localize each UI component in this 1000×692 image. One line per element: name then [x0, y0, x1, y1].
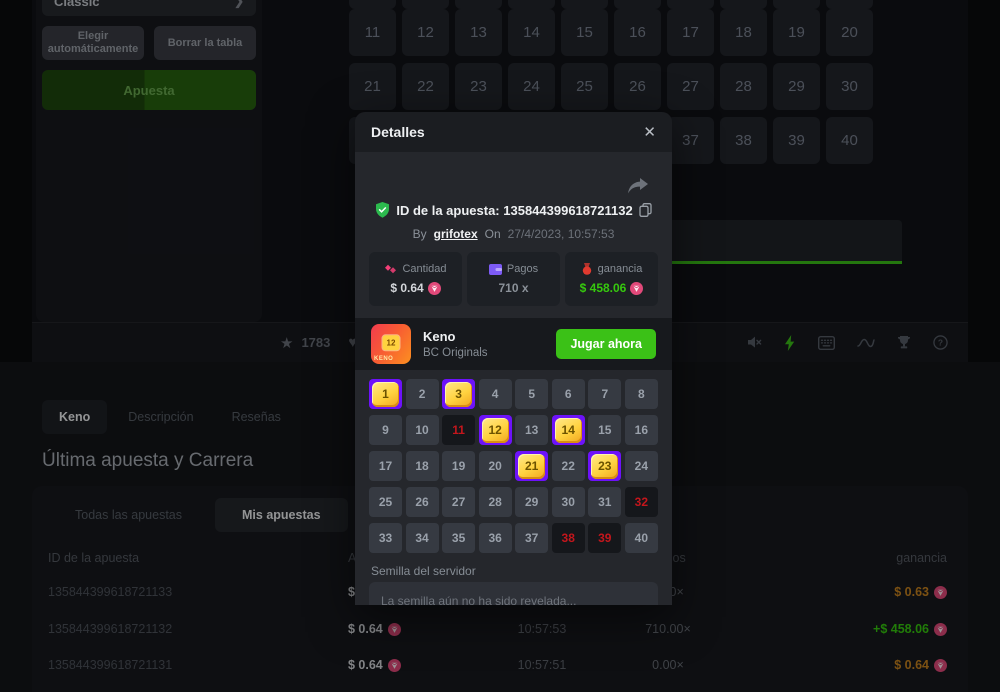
bet-id-row: ID de la apuesta: 135844399618721132: [355, 202, 672, 218]
keno-cell-39[interactable]: 39: [588, 523, 621, 553]
server-seed-label: Semilla del servidor: [371, 564, 476, 578]
stat-pagos: Pagos710 x: [467, 252, 560, 306]
keno-cell-21[interactable]: 21: [515, 451, 548, 481]
stat-cantidad: Cantidad$ 0.64: [369, 252, 462, 306]
bet-id-text: ID de la apuesta: 135844399618721132: [396, 203, 632, 218]
modal-header: Detalles ✕: [355, 112, 672, 152]
keno-cell-13[interactable]: 13: [515, 415, 548, 445]
keno-cell-37[interactable]: 37: [515, 523, 548, 553]
bet-datetime: 27/4/2023, 10:57:53: [508, 227, 615, 241]
keno-cell-38[interactable]: 38: [552, 523, 585, 553]
copy-icon[interactable]: [639, 203, 652, 217]
keno-cell-31[interactable]: 31: [588, 487, 621, 517]
keno-cell-40[interactable]: 40: [625, 523, 658, 553]
by-label: By: [413, 227, 427, 241]
keno-cell-28[interactable]: 28: [479, 487, 512, 517]
keno-cell-25[interactable]: 25: [369, 487, 402, 517]
keno-cell-35[interactable]: 35: [442, 523, 475, 553]
keno-cell-5[interactable]: 5: [515, 379, 548, 409]
keno-cell-1[interactable]: 1: [369, 379, 402, 409]
keno-cell-2[interactable]: 2: [406, 379, 439, 409]
share-icon[interactable]: [628, 178, 648, 199]
keno-cell-18[interactable]: 18: [406, 451, 439, 481]
keno-cell-15[interactable]: 15: [588, 415, 621, 445]
game-info: Keno BC Originals: [423, 329, 488, 359]
details-modal: Detalles ✕ ID de la apuesta: 13584439961…: [355, 112, 672, 605]
keno-cell-12[interactable]: 12: [479, 415, 512, 445]
keno-cell-30[interactable]: 30: [552, 487, 585, 517]
keno-results-grid: 1234567891011121314151617181920212223242…: [369, 379, 658, 553]
keno-cell-16[interactable]: 16: [625, 415, 658, 445]
keno-cell-20[interactable]: 20: [479, 451, 512, 481]
keno-cell-24[interactable]: 24: [625, 451, 658, 481]
username-link[interactable]: grifotex: [434, 227, 478, 241]
modal-title: Detalles: [371, 124, 425, 140]
keno-cell-26[interactable]: 26: [406, 487, 439, 517]
keno-cell-32[interactable]: 32: [625, 487, 658, 517]
server-seed-input[interactable]: La semilla aún no ha sido revelada...: [369, 582, 658, 605]
stat-ganancia: ganancia$ 458.06: [565, 252, 658, 306]
keno-cell-36[interactable]: 36: [479, 523, 512, 553]
keno-cell-14[interactable]: 14: [552, 415, 585, 445]
game-strip: 12 KENO Keno BC Originals Jugar ahora: [355, 318, 672, 370]
keno-game-icon: 12 KENO: [371, 324, 411, 364]
game-provider: BC Originals: [423, 347, 488, 359]
verified-shield-icon: [375, 202, 390, 218]
bet-meta-row: By grifotex On 27/4/2023, 10:57:53: [355, 227, 672, 241]
play-now-button[interactable]: Jugar ahora: [556, 329, 656, 359]
keno-icon-number: 12: [383, 335, 400, 350]
keno-game-page: Classic ❯ Elegir automáticamente Borrar …: [0, 0, 1000, 692]
keno-cell-29[interactable]: 29: [515, 487, 548, 517]
keno-cell-11[interactable]: 11: [442, 415, 475, 445]
on-label: On: [485, 227, 501, 241]
keno-cell-17[interactable]: 17: [369, 451, 402, 481]
keno-cell-27[interactable]: 27: [442, 487, 475, 517]
keno-cell-19[interactable]: 19: [442, 451, 475, 481]
keno-cell-23[interactable]: 23: [588, 451, 621, 481]
close-icon[interactable]: ✕: [643, 123, 656, 141]
modal-body: ID de la apuesta: 135844399618721132 By …: [355, 152, 672, 605]
keno-icon-label: KENO: [374, 356, 393, 362]
keno-cell-22[interactable]: 22: [552, 451, 585, 481]
keno-cell-10[interactable]: 10: [406, 415, 439, 445]
game-name: Keno: [423, 329, 488, 344]
keno-cell-4[interactable]: 4: [479, 379, 512, 409]
keno-cell-34[interactable]: 34: [406, 523, 439, 553]
bet-stats-row: Cantidad$ 0.64Pagos710 xganancia$ 458.06: [369, 252, 658, 306]
keno-cell-7[interactable]: 7: [588, 379, 621, 409]
keno-cell-6[interactable]: 6: [552, 379, 585, 409]
keno-cell-9[interactable]: 9: [369, 415, 402, 445]
keno-cell-33[interactable]: 33: [369, 523, 402, 553]
keno-cell-8[interactable]: 8: [625, 379, 658, 409]
keno-cell-3[interactable]: 3: [442, 379, 475, 409]
